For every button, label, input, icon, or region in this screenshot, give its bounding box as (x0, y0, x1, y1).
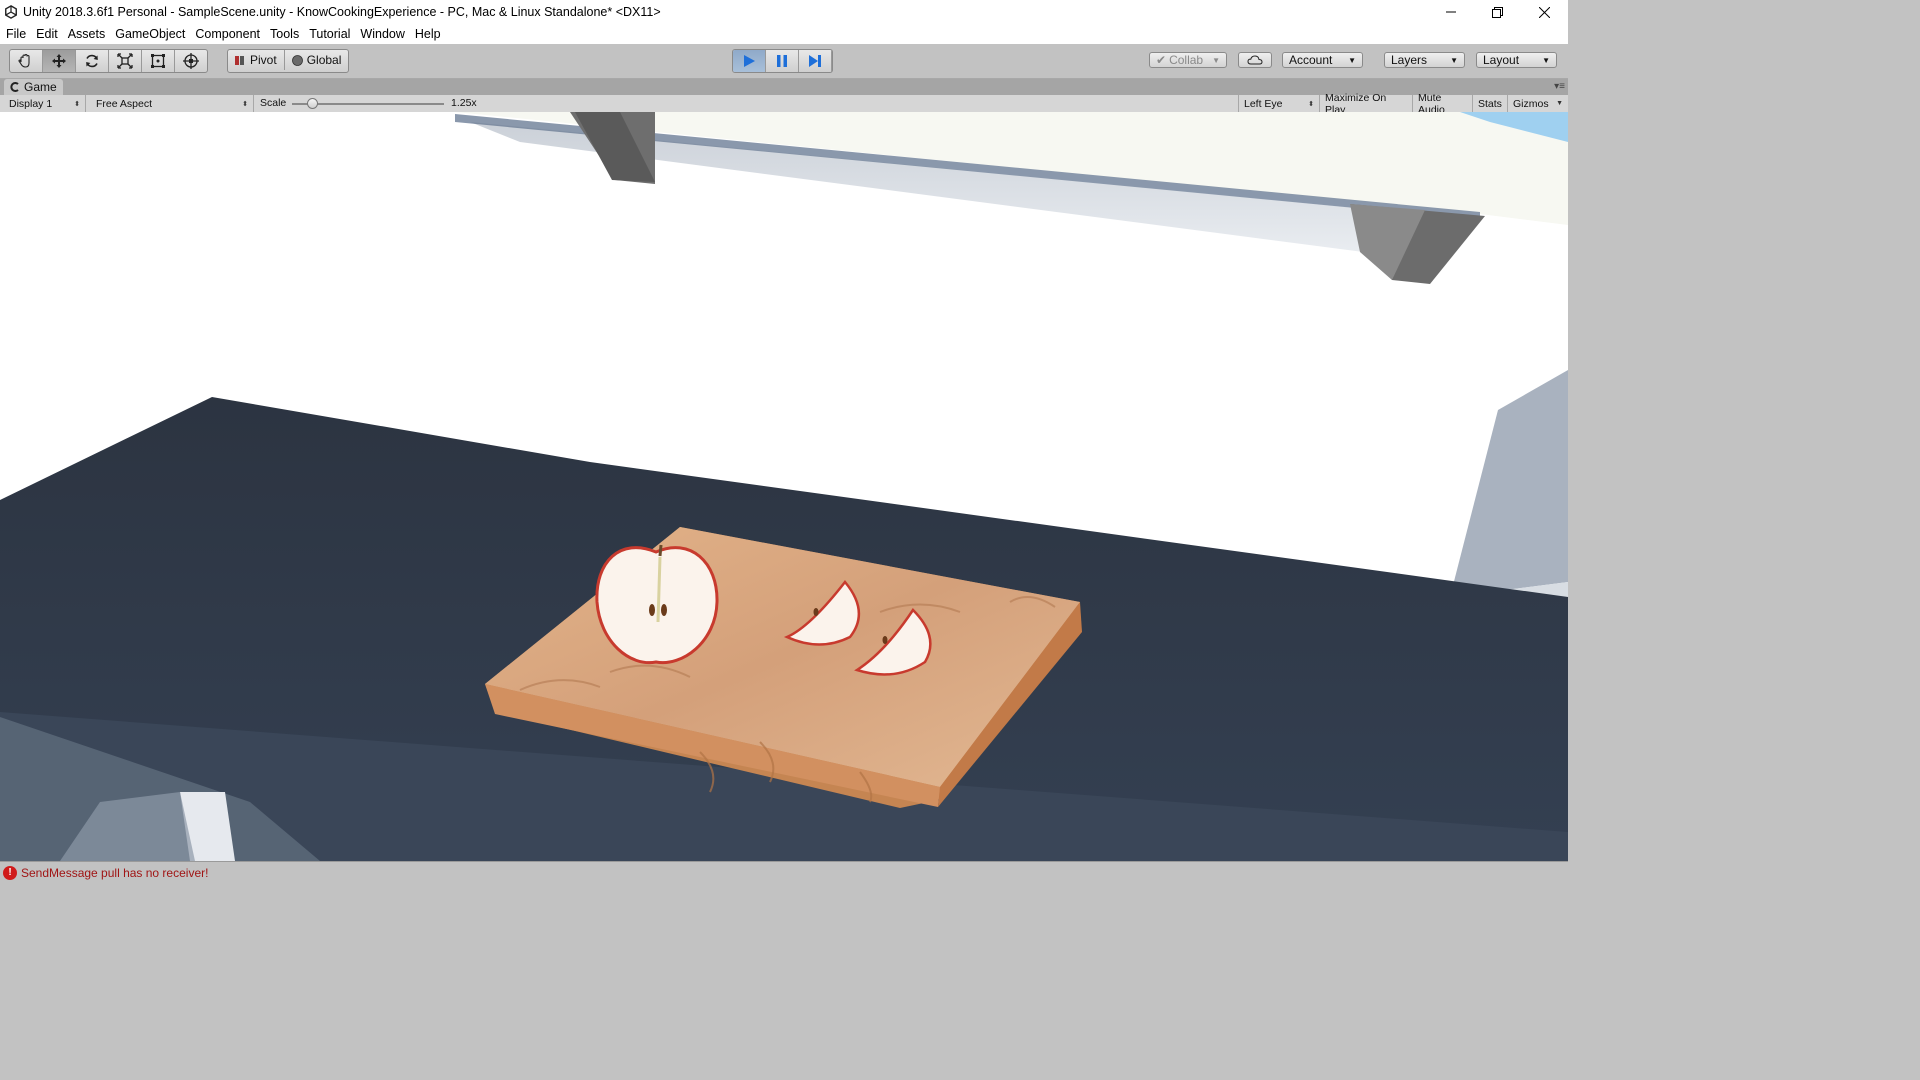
cloud-button[interactable] (1238, 52, 1272, 68)
layers-dropdown[interactable]: Layers ▼ (1384, 52, 1465, 68)
close-icon (1539, 6, 1550, 18)
menu-bar: File Edit Assets GameObject Component To… (0, 24, 1568, 44)
stats-toggle[interactable]: Stats (1473, 95, 1508, 112)
stats-label: Stats (1478, 97, 1502, 110)
transform-icon (183, 53, 199, 69)
hand-tool-button[interactable] (10, 50, 43, 72)
menu-component[interactable]: Component (190, 24, 265, 44)
close-button[interactable] (1521, 0, 1568, 24)
game-view-toolbar: Display 1 ⬍ Free Aspect ⬍ Scale 1.25x Le… (0, 92, 1568, 116)
tab-options-icon[interactable]: ▾≡ (1554, 81, 1565, 92)
scale-value: 1.25x (451, 97, 477, 109)
scale-icon (117, 53, 133, 69)
unity-logo-icon (5, 5, 17, 19)
global-label: Global (306, 53, 342, 67)
eye-dropdown[interactable]: Left Eye ⬍ (1238, 95, 1320, 112)
step-icon (809, 55, 821, 67)
pivot-global-toggle: Pivot Global (227, 49, 350, 73)
pivot-icon (235, 55, 244, 65)
rotate-icon (86, 54, 98, 68)
console-status-bar[interactable]: ! SendMessage pull has no receiver! (0, 861, 1568, 883)
collab-check-icon: ✔ (1156, 53, 1167, 67)
eye-label: Left Eye (1244, 97, 1283, 110)
pivot-label: Pivot (250, 53, 277, 67)
window-title: Unity 2018.3.6f1 Personal - SampleScene.… (23, 5, 661, 19)
playback-controls (732, 49, 833, 73)
aspect-label: Free Aspect (96, 97, 153, 110)
title-bar: Unity 2018.3.6f1 Personal - SampleScene.… (0, 0, 1568, 24)
pause-button[interactable] (766, 50, 799, 72)
gizmos-label: Gizmos (1513, 97, 1549, 110)
rotate-tool-button[interactable] (76, 50, 109, 72)
account-dropdown[interactable]: Account ▼ (1282, 52, 1363, 68)
display-label: Display 1 (9, 97, 53, 110)
hand-icon (18, 53, 30, 68)
play-icon (744, 55, 755, 67)
scene-render (0, 112, 1568, 861)
menu-tutorial[interactable]: Tutorial (304, 24, 355, 44)
menu-gameobject[interactable]: GameObject (110, 24, 190, 44)
scale-tool-button[interactable] (109, 50, 142, 72)
move-tool-button[interactable] (43, 50, 76, 72)
display-dropdown[interactable]: Display 1 ⬍ (0, 95, 86, 112)
gizmos-dropdown[interactable]: Gizmos ▼ (1508, 95, 1568, 112)
error-icon: ! (3, 865, 17, 880)
menu-window[interactable]: Window (355, 24, 409, 44)
collab-label: Collab (1169, 53, 1204, 67)
restore-button[interactable] (1474, 0, 1521, 24)
pivot-button[interactable]: Pivot (228, 50, 285, 70)
menu-file[interactable]: File (0, 24, 31, 44)
tab-game-label: Game (24, 80, 57, 94)
menu-edit[interactable]: Edit (31, 24, 63, 44)
globe-icon (291, 54, 303, 66)
chevron-down-icon: ▼ (1542, 55, 1550, 65)
scale-slider-handle[interactable] (307, 98, 318, 109)
apple-half (595, 544, 719, 665)
maximize-on-play-toggle[interactable]: Maximize On Play (1320, 92, 1413, 116)
transform-tool-button[interactable] (175, 50, 207, 72)
restore-icon (1492, 6, 1503, 18)
layers-label: Layers (1391, 53, 1428, 67)
mute-audio-toggle[interactable]: Mute Audio (1413, 92, 1473, 116)
minimize-icon (1445, 11, 1456, 13)
chevron-down-icon: ▼ (1348, 55, 1356, 65)
transform-tools (9, 49, 208, 73)
game-viewport[interactable] (0, 112, 1568, 861)
chevron-down-icon: ▼ (1212, 55, 1220, 65)
step-button[interactable] (799, 50, 832, 72)
collab-dropdown[interactable]: ✔ Collab ▼ (1149, 52, 1227, 68)
cloud-icon (1247, 55, 1263, 65)
chevron-down-icon: ▼ (1450, 55, 1458, 65)
tab-game[interactable]: Game (4, 79, 63, 95)
menu-tools[interactable]: Tools (265, 24, 304, 44)
chevron-updown-icon: ⬍ (242, 100, 248, 108)
scale-label: Scale (260, 97, 287, 109)
account-label: Account (1289, 53, 1333, 67)
game-view-icon (10, 82, 19, 92)
rect-transform-icon (151, 54, 165, 68)
status-message: SendMessage pull has no receiver! (21, 865, 209, 880)
rect-tool-button[interactable] (142, 50, 175, 72)
layout-dropdown[interactable]: Layout ▼ (1476, 52, 1557, 68)
play-button[interactable] (733, 50, 766, 72)
aspect-dropdown[interactable]: Free Aspect ⬍ (91, 95, 254, 112)
main-toolbar: Pivot Global ✔ Collab ▼ Account ▼ Layers… (0, 44, 1568, 79)
global-button[interactable]: Global (285, 50, 349, 70)
chevron-down-icon: ▼ (1556, 100, 1563, 107)
pause-icon (777, 55, 787, 67)
menu-assets[interactable]: Assets (63, 24, 111, 44)
move-icon (52, 54, 66, 68)
layout-label: Layout (1483, 53, 1520, 67)
minimize-button[interactable] (1427, 0, 1474, 24)
chevron-updown-icon: ⬍ (74, 100, 80, 108)
menu-help[interactable]: Help (410, 24, 446, 44)
chevron-updown-icon: ⬍ (1308, 100, 1314, 108)
